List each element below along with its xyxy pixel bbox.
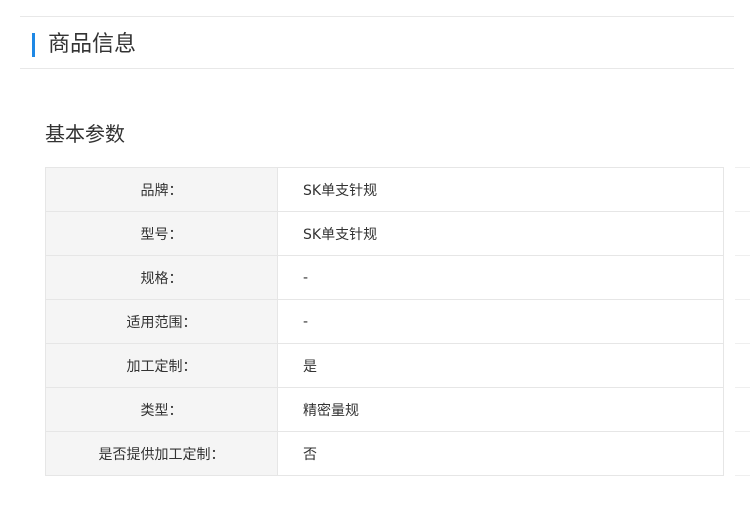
parameter-key: 是否提供加工定制： [45,431,278,476]
edge-line [735,255,750,256]
product-info-page: 商品信息 基本参数 品牌： SK单支针规 型号： SK单支针规 规格： - 适用… [0,0,750,511]
section-header: 商品信息 [20,17,734,69]
edge-line [735,167,750,168]
parameter-value: 是 [277,343,724,388]
parameter-value: - [277,299,724,344]
edge-line [735,387,750,388]
right-edge-lines [735,164,750,476]
edge-line [735,299,750,300]
basic-parameters-table: 品牌： SK单支针规 型号： SK单支针规 规格： - 适用范围： - 加工定制… [45,167,724,476]
edge-line [735,211,750,212]
basic-parameters-title: 基本参数 [45,122,125,146]
table-row: 规格： - [45,255,724,300]
edge-line [735,343,750,344]
table-row: 是否提供加工定制： 否 [45,431,724,476]
parameter-key: 品牌： [45,167,278,212]
edge-line [735,475,750,476]
table-row: 加工定制： 是 [45,343,724,388]
table-row: 品牌： SK单支针规 [45,167,724,212]
parameter-key: 适用范围： [45,299,278,344]
section-title: 商品信息 [48,32,137,57]
parameter-key: 型号： [45,211,278,256]
table-row: 适用范围： - [45,299,724,344]
table-row: 型号： SK单支针规 [45,211,724,256]
parameter-value: SK单支针规 [277,211,724,256]
parameter-value: 否 [277,431,724,476]
table-row: 类型： 精密量规 [45,387,724,432]
parameter-value: - [277,255,724,300]
parameter-key: 类型： [45,387,278,432]
section-accent-bar [32,33,35,57]
edge-line [735,431,750,432]
parameter-value: SK单支针规 [277,167,724,212]
parameter-key: 加工定制： [45,343,278,388]
parameter-key: 规格： [45,255,278,300]
parameter-value: 精密量规 [277,387,724,432]
